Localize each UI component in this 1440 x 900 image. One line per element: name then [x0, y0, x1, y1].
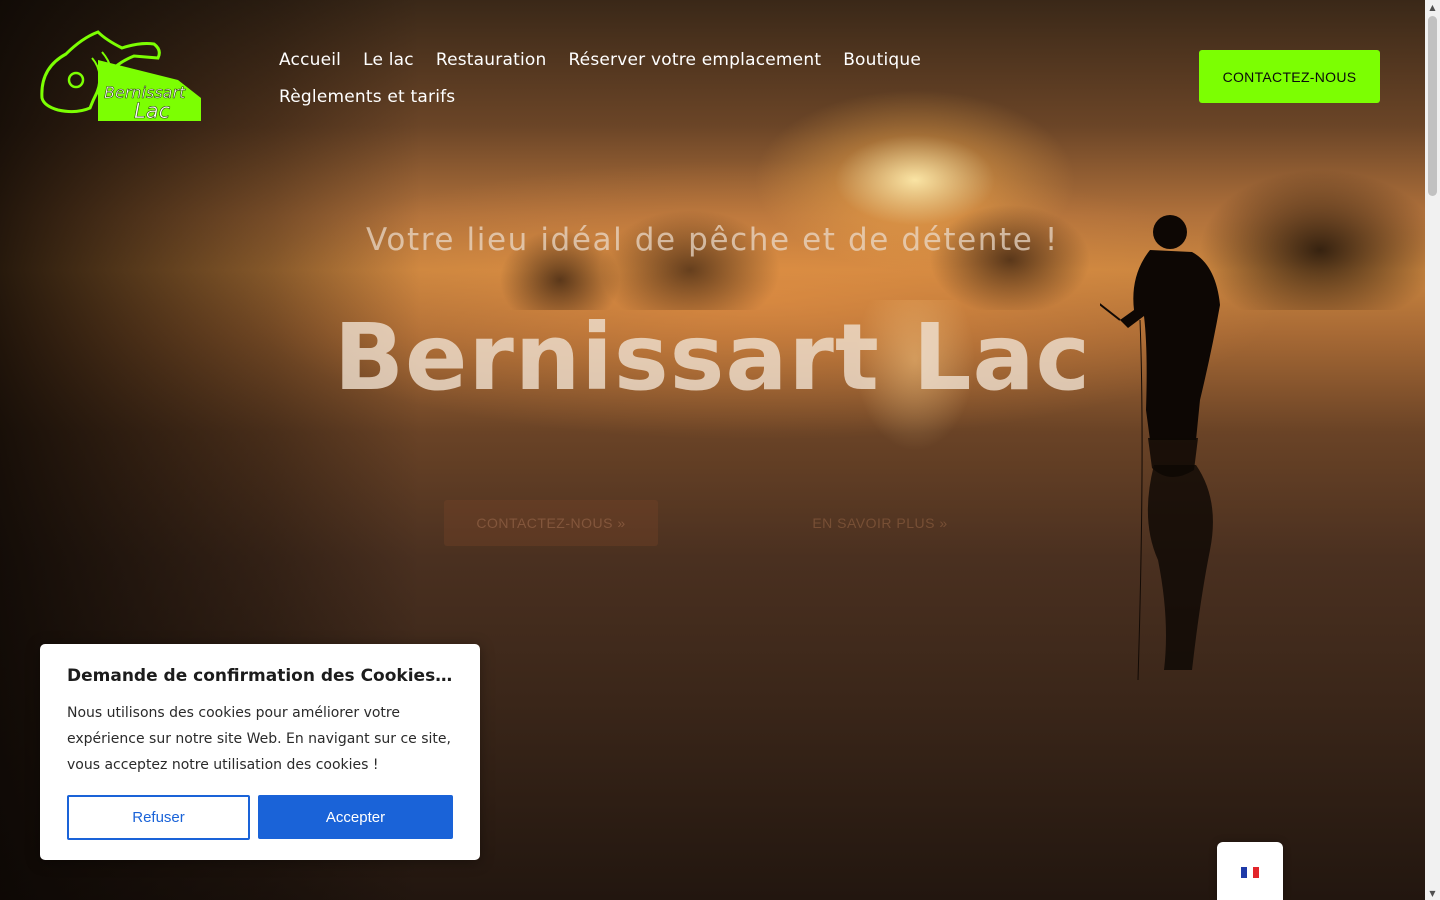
cookie-consent-dialog: Demande de confirmation des Cookies… Nou…	[40, 644, 480, 860]
header-contact-button[interactable]: CONTACTEZ-NOUS	[1199, 50, 1380, 103]
site-logo[interactable]: Bernissart Lac	[36, 28, 206, 124]
nav-item-reglements[interactable]: Règlements et tarifs	[279, 79, 455, 116]
fisherman-silhouette	[1100, 215, 1220, 680]
nav-item-reserver[interactable]: Réserver votre emplacement	[568, 42, 821, 79]
nav-item-le-lac[interactable]: Le lac	[363, 42, 414, 79]
cookie-title: Demande de confirmation des Cookies…	[67, 666, 453, 686]
nav-item-restauration[interactable]: Restauration	[436, 42, 547, 79]
nav-item-boutique[interactable]: Boutique	[843, 42, 921, 79]
cookie-message: Nous utilisons des cookies pour améliore…	[67, 705, 451, 773]
main-nav: Accueil Le lac Restauration Réserver votre …	[279, 42, 979, 116]
language-switcher[interactable]	[1217, 842, 1283, 900]
logo-subname: Lac	[134, 99, 171, 123]
carp-logo-icon: Bernissart Lac	[40, 30, 201, 123]
french-flag-icon	[1241, 867, 1259, 878]
scroll-up-arrow-icon[interactable]: ▲	[1425, 0, 1440, 14]
page-scrollbar[interactable]: ▲ ▼	[1425, 0, 1440, 900]
scroll-thumb[interactable]	[1428, 16, 1437, 196]
cookie-accept-button[interactable]: Accepter	[258, 795, 453, 839]
hero-contact-button[interactable]: CONTACTEZ-NOUS »	[444, 500, 658, 546]
hero-tagline: Votre lieu idéal de pêche et de détente …	[366, 222, 1059, 258]
scroll-down-arrow-icon[interactable]: ▼	[1425, 886, 1440, 900]
cookie-refuse-button[interactable]: Refuser	[67, 795, 250, 840]
hero-learn-more-button[interactable]: EN SAVOIR PLUS »	[790, 500, 970, 546]
hero-title: Bernissart Lac	[333, 304, 1092, 411]
nav-item-accueil[interactable]: Accueil	[279, 42, 341, 79]
